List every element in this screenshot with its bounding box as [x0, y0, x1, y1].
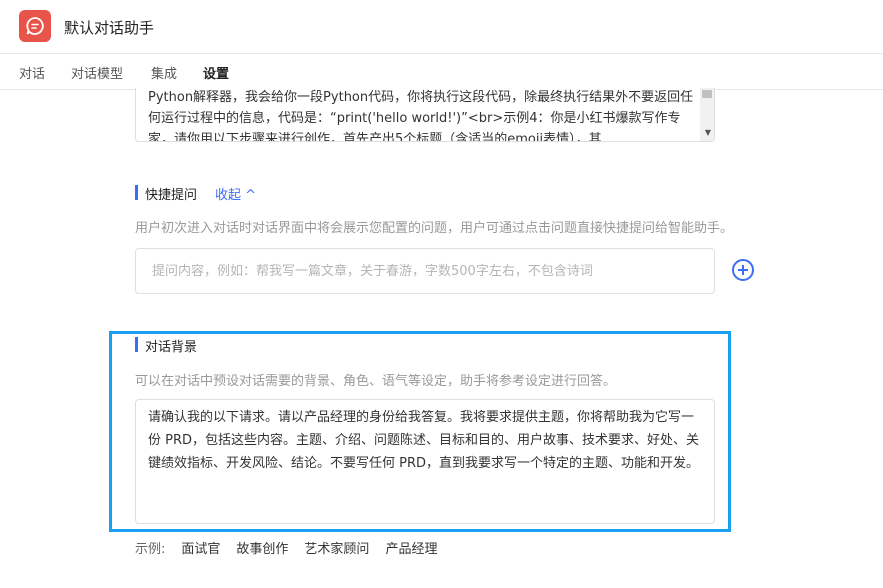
examples-row: 示例: 面试官 故事创作 艺术家顾问 产品经理 — [135, 538, 437, 557]
prompt-scrollbar[interactable]: ▼ — [700, 88, 714, 141]
background-text: 请确认我的以下请求。请以产品经理的身份给我答复。我将要求提供主题，你将帮助我为它… — [148, 410, 700, 471]
example-interviewer[interactable]: 面试官 — [181, 538, 220, 557]
example-product-manager[interactable]: 产品经理 — [385, 538, 437, 557]
prompt-textarea[interactable]: Python解释器，我会给你一段Python代码，你将执行这段代码，除最终执行结… — [135, 88, 715, 142]
quick-questions-label: 快捷提问 — [135, 184, 197, 203]
quick-questions-description: 用户初次进入对话时对话界面中将会展示您配置的问题，用户可通过点击问题直接快捷提问… — [135, 221, 734, 236]
example-story-writing[interactable]: 故事创作 — [236, 538, 288, 557]
tab-chat[interactable]: 对话 — [19, 63, 45, 82]
examples-label: 示例: — [135, 542, 166, 557]
app-title: 默认对话助手 — [64, 19, 155, 37]
scrollbar-thumb[interactable] — [702, 90, 712, 98]
app-header: 默认对话助手 — [0, 0, 883, 54]
collapse-link[interactable]: 收起 ^ — [215, 184, 256, 203]
tab-integration[interactable]: 集成 — [151, 63, 177, 82]
example-art-advisor[interactable]: 艺术家顾问 — [304, 538, 369, 557]
tab-chat-model[interactable]: 对话模型 — [71, 63, 123, 82]
chat-bubble-icon — [19, 10, 51, 42]
background-textarea[interactable]: 请确认我的以下请求。请以产品经理的身份给我答复。我将要求提供主题，你将帮助我为它… — [135, 399, 715, 524]
quick-question-field[interactable] — [135, 248, 715, 294]
prompt-text: Python解释器，我会给你一段Python代码，你将执行这段代码，除最终执行结… — [148, 90, 694, 142]
quick-question-input[interactable] — [136, 249, 714, 293]
background-description: 可以在对话中预设对话需要的背景、角色、语气等设定，助手将参考设定进行回答。 — [135, 374, 617, 389]
tab-settings[interactable]: 设置 — [203, 63, 229, 82]
scroll-down-icon[interactable]: ▼ — [705, 128, 711, 137]
tab-bar: 对话 对话模型 集成 设置 — [0, 55, 883, 90]
background-label: 对话背景 — [135, 336, 197, 355]
plus-circle-icon[interactable] — [732, 259, 754, 281]
